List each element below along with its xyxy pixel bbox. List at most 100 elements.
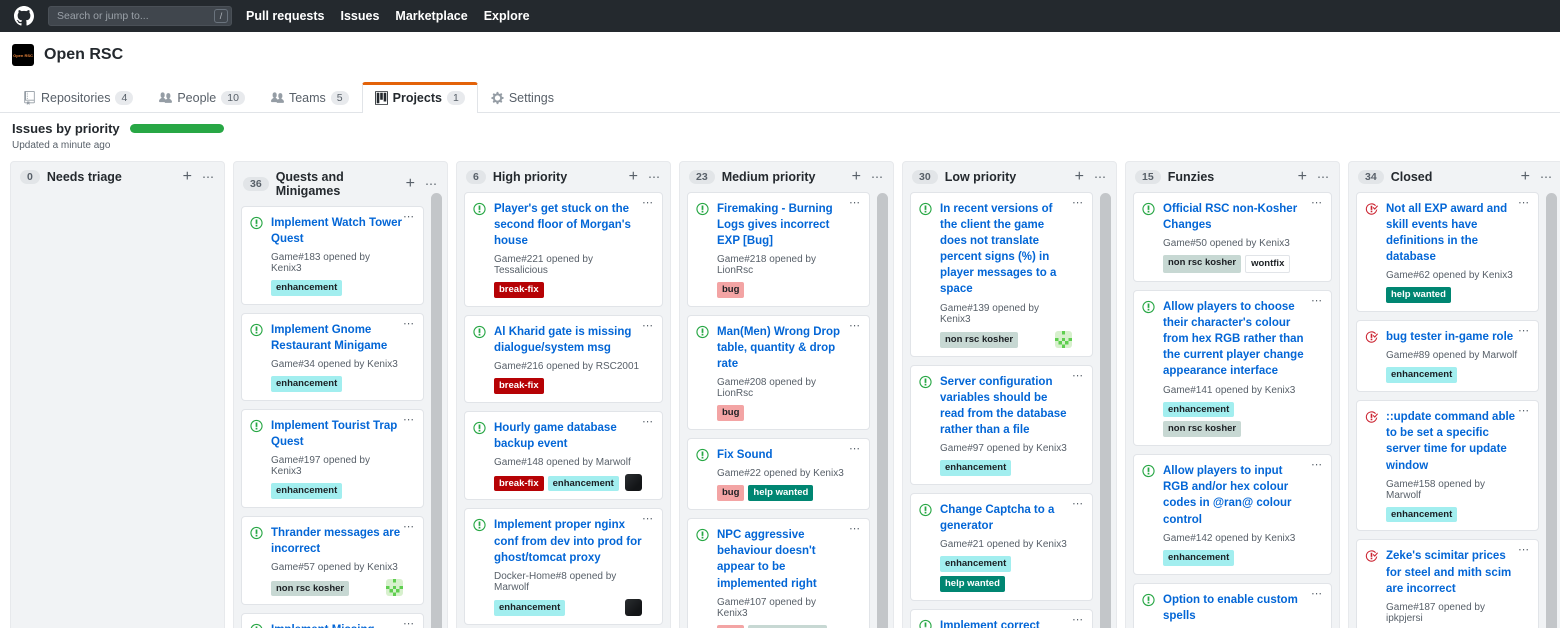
issue-title-link[interactable]: In recent versions of the client the gam… — [940, 201, 1072, 298]
label-bug[interactable]: bug — [717, 282, 744, 298]
card-menu-button[interactable]: ⋯ — [849, 322, 861, 330]
label-enhancement[interactable]: enhancement — [271, 483, 342, 499]
issue-title-link[interactable]: Implement Watch Tower Quest — [271, 215, 403, 247]
issue-title-link[interactable]: Server configuration variables should be… — [940, 374, 1072, 438]
label-help-wanted[interactable]: help wanted — [1386, 287, 1451, 303]
label-enhancement[interactable]: enhancement — [494, 600, 565, 616]
issue-title-link[interactable]: Official RSC non-Kosher Changes — [1163, 201, 1311, 233]
label-help-wanted[interactable]: help wanted — [748, 485, 813, 501]
issue-card[interactable]: ⋯ Hourly game database backup event Game… — [464, 411, 663, 500]
label-break-fix[interactable]: break-fix — [494, 476, 544, 492]
issue-card[interactable]: ⋯ Fix Sound Game#22 opened by Kenix3 bug… — [687, 438, 870, 510]
issue-card[interactable]: ⋯ Allow players to choose their characte… — [1133, 290, 1332, 446]
issue-title-link[interactable]: Option to enable custom spells — [1163, 592, 1311, 624]
card-menu-button[interactable]: ⋯ — [403, 320, 415, 328]
issue-title-link[interactable]: ::update command able to be set a specif… — [1386, 409, 1518, 473]
issue-title-link[interactable]: Firemaking - Burning Logs gives incorrec… — [717, 201, 849, 249]
issue-title-link[interactable]: Zeke's scimitar prices for steel and mit… — [1386, 548, 1518, 596]
label-bug[interactable]: bug — [717, 625, 744, 628]
issue-title-link[interactable]: Change Captcha to a generator — [940, 502, 1072, 534]
search-input[interactable] — [48, 6, 232, 26]
add-card-button[interactable]: + — [852, 170, 861, 184]
column-menu-button[interactable]: ⋯ — [648, 173, 661, 181]
card-menu-button[interactable]: ⋯ — [642, 322, 654, 330]
label-enhancement[interactable]: enhancement — [271, 376, 342, 392]
issue-card[interactable]: ⋯ Implement Missing Fishing Contest Beha… — [241, 613, 424, 628]
card-menu-button[interactable]: ⋯ — [403, 523, 415, 531]
issue-card[interactable]: ⋯ ::update command able to be set a spec… — [1356, 400, 1539, 531]
card-menu-button[interactable]: ⋯ — [1311, 297, 1323, 305]
issue-card[interactable]: ⋯ Firemaking - Burning Logs gives incorr… — [687, 192, 870, 307]
issue-title-link[interactable]: Fix Sound — [717, 447, 849, 463]
add-card-button[interactable]: + — [1298, 170, 1307, 184]
card-menu-button[interactable]: ⋯ — [1518, 327, 1530, 335]
card-menu-button[interactable]: ⋯ — [1072, 616, 1084, 624]
assignee-avatar[interactable] — [386, 579, 403, 596]
label-non-rsc-kosher[interactable]: non rsc kosher — [940, 332, 1018, 348]
tab-projects[interactable]: Projects 1 — [362, 82, 478, 113]
tab-settings[interactable]: Settings — [478, 82, 567, 113]
label-non-rsc-kosher[interactable]: non rsc kosher — [271, 581, 349, 597]
label-wontfix[interactable]: wontfix — [1245, 255, 1290, 273]
nav-link-explore[interactable]: Explore — [484, 9, 530, 23]
card-menu-button[interactable]: ⋯ — [642, 418, 654, 426]
tab-repositories[interactable]: Repositories 4 — [10, 82, 146, 113]
card-menu-button[interactable]: ⋯ — [403, 213, 415, 221]
issue-title-link[interactable]: Allow players to choose their character'… — [1163, 299, 1311, 379]
label-break-fix[interactable]: break-fix — [494, 282, 544, 298]
issue-card[interactable]: ⋯ Implement Tourist Trap Quest Game#197 … — [241, 409, 424, 508]
issue-title-link[interactable]: Implement correct adding/removing friend… — [940, 618, 1072, 628]
column-menu-button[interactable]: ⋯ — [1317, 173, 1330, 181]
column-menu-button[interactable]: ⋯ — [871, 173, 884, 181]
label-enhancement[interactable]: enhancement — [548, 476, 619, 492]
assignee-avatar[interactable] — [1055, 331, 1072, 348]
issue-card[interactable]: ⋯ Al Kharid gate is missing dialogue/sys… — [464, 315, 663, 403]
issue-card[interactable]: ⋯ Man(Men) Wrong Drop table, quantity & … — [687, 315, 870, 430]
add-card-button[interactable]: + — [629, 170, 638, 184]
card-menu-button[interactable]: ⋯ — [849, 199, 861, 207]
issue-title-link[interactable]: Implement Gnome Restaurant Minigame — [271, 322, 403, 354]
column-menu-button[interactable]: ⋯ — [1094, 173, 1107, 181]
assignee-avatar[interactable] — [625, 474, 642, 491]
issue-card[interactable]: ⋯ bug tester in-game role Game#89 opened… — [1356, 320, 1539, 392]
github-logo-icon[interactable] — [14, 6, 34, 26]
issue-card[interactable]: ⋯ Change Captcha to a generator Game#21 … — [910, 493, 1093, 601]
issue-card[interactable]: ⋯ Zeke's scimitar prices for steel and m… — [1356, 539, 1539, 628]
add-card-button[interactable]: + — [406, 177, 415, 191]
card-menu-button[interactable]: ⋯ — [1072, 500, 1084, 508]
nav-link-marketplace[interactable]: Marketplace — [395, 9, 467, 23]
card-menu-button[interactable]: ⋯ — [1072, 372, 1084, 380]
nav-link-issues[interactable]: Issues — [341, 9, 380, 23]
issue-card[interactable]: ⋯ Implement Gnome Restaurant Minigame Ga… — [241, 313, 424, 401]
issue-card[interactable]: ⋯ Thrander messages are incorrect Game#5… — [241, 516, 424, 605]
card-menu-button[interactable]: ⋯ — [1311, 461, 1323, 469]
column-menu-button[interactable]: ⋯ — [425, 180, 438, 188]
card-menu-button[interactable]: ⋯ — [642, 199, 654, 207]
issue-title-link[interactable]: Player's get stuck on the second floor o… — [494, 201, 642, 249]
issue-card[interactable]: ⋯ NPC aggressive behaviour doesn't appea… — [687, 518, 870, 628]
card-menu-button[interactable]: ⋯ — [1311, 199, 1323, 207]
issue-card[interactable]: ⋯ Not all EXP award and skill events hav… — [1356, 192, 1539, 312]
card-menu-button[interactable]: ⋯ — [1518, 199, 1530, 207]
issue-title-link[interactable]: Al Kharid gate is missing dialogue/syste… — [494, 324, 642, 356]
card-menu-button[interactable]: ⋯ — [849, 445, 861, 453]
issue-title-link[interactable]: Implement proper nginx conf from dev int… — [494, 517, 642, 565]
issue-card[interactable]: ⋯ Implement Watch Tower Quest Game#183 o… — [241, 206, 424, 305]
card-menu-button[interactable]: ⋯ — [1072, 199, 1084, 207]
card-menu-button[interactable]: ⋯ — [642, 515, 654, 523]
label-non-rsc-kosher[interactable]: non rsc kosher — [1163, 255, 1241, 273]
issue-card[interactable]: ⋯ Official RSC non-Kosher Changes Game#5… — [1133, 192, 1332, 282]
column-menu-button[interactable]: ⋯ — [1540, 173, 1553, 181]
label-help-wanted[interactable]: help wanted — [940, 576, 1005, 592]
issue-title-link[interactable]: Hourly game database backup event — [494, 420, 642, 452]
card-menu-button[interactable]: ⋯ — [1311, 590, 1323, 598]
tab-people[interactable]: People 10 — [146, 82, 258, 113]
issue-title-link[interactable]: Man(Men) Wrong Drop table, quantity & dr… — [717, 324, 849, 372]
label-enhancement[interactable]: enhancement — [1386, 507, 1457, 523]
issue-card[interactable]: ⋯ Allow players to input RGB and/or hex … — [1133, 454, 1332, 574]
column-scrollbar[interactable] — [1546, 193, 1557, 628]
add-card-button[interactable]: + — [1075, 170, 1084, 184]
issue-title-link[interactable]: Allow players to input RGB and/or hex co… — [1163, 463, 1311, 527]
label-enhancement[interactable]: enhancement — [271, 280, 342, 296]
label-enhancement[interactable]: enhancement — [1386, 367, 1457, 383]
